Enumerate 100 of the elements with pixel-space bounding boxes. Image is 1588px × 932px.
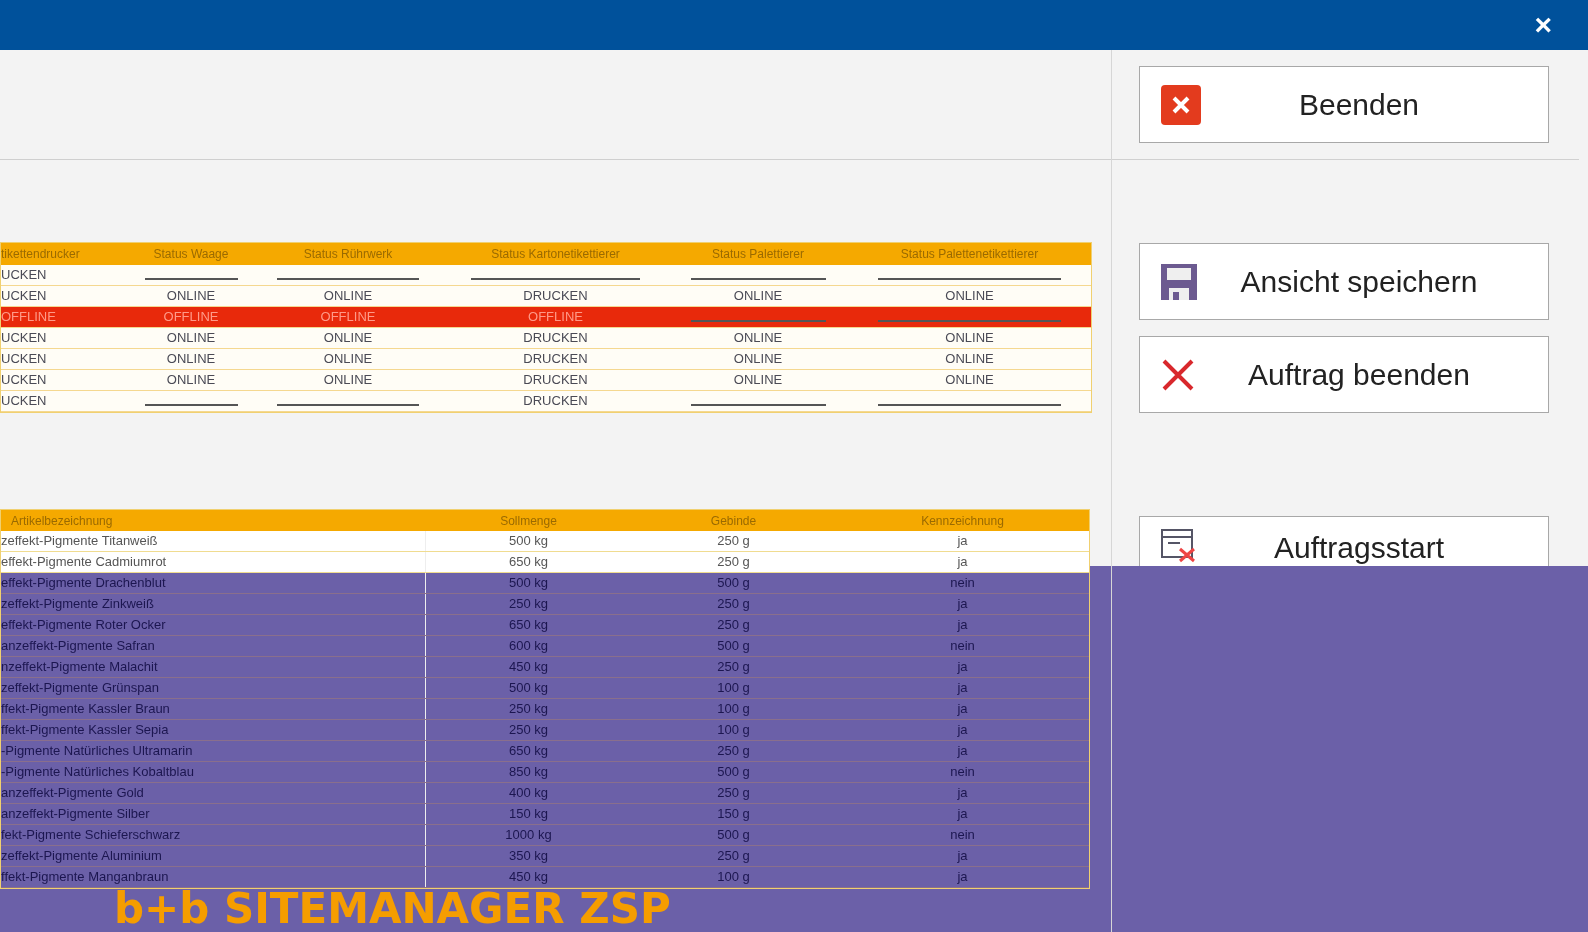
table-cell-text: 400 kg <box>508 784 548 803</box>
table-cell-text: 500 g <box>717 826 750 845</box>
table-cell-text: 500 kg <box>508 532 548 551</box>
table-cell-text: 500 kg <box>508 574 548 593</box>
action-button[interactable]: Auftrag beenden <box>1139 336 1549 413</box>
table-cell-text: ja <box>957 700 968 719</box>
table-cell-text: 250 g <box>717 847 750 866</box>
table-cell-text: ja <box>957 805 968 824</box>
table-cell-text: 150 kg <box>508 805 548 824</box>
table-cell-text: zeffekt-Pigmente Zinkweiß <box>1 595 154 614</box>
column-header: Gebinde <box>709 512 758 530</box>
status-cell-text: ONLINE <box>166 350 216 369</box>
status-cell-text: ONLINE <box>945 287 994 306</box>
table-cell-text: ja <box>957 721 968 740</box>
table-cell-text: effekt-Pigmente Roter Ocker <box>1 616 166 635</box>
column-header: Artikelbezeichnung <box>10 512 114 530</box>
table-cell-text: ja <box>957 595 968 614</box>
table-cell-text: ja <box>957 658 968 677</box>
table-cell-text: fekt-Pigmente Schieferschwarz <box>1 826 181 845</box>
status-cell-text: ONLINE <box>323 350 373 369</box>
table-cell-text: anzeffekt-Pigmente Silber <box>1 805 150 824</box>
action-button[interactable]: Ansicht speichern <box>1139 243 1549 320</box>
table-cell-text: 850 kg <box>508 763 548 782</box>
status-cell-text: DRUCKEN <box>523 371 588 390</box>
status-cell-text: OFFLINE <box>528 308 583 327</box>
column-header: Status Kartonetikettierer <box>490 246 621 263</box>
table-cell-text: nein <box>950 826 975 845</box>
action-button[interactable]: Beenden <box>1139 66 1549 143</box>
table-cell-text: 100 g <box>717 868 750 887</box>
status-cell-text: DRUCKEN <box>523 329 588 348</box>
status-cell-text: ONLINE <box>166 329 216 348</box>
table-cell-text: zeffekt-Pigmente Aluminium <box>1 847 162 866</box>
table-cell-text: 500 kg <box>508 679 548 698</box>
table-cell-text: 250 g <box>717 616 750 635</box>
status-cell-text: OFFLINE <box>163 308 219 327</box>
table-cell-text: ja <box>957 553 968 572</box>
status-cell-text: DRUCKEN <box>523 392 588 411</box>
table-cell-text: 250 g <box>717 595 750 614</box>
status-cell-text: ONLINE <box>733 329 783 348</box>
table-cell-text: ja <box>957 784 968 803</box>
status-cell-text: DRUCKEN <box>523 287 588 306</box>
table-cell-text: 250 kg <box>508 700 548 719</box>
table-cell-text: 500 g <box>717 763 750 782</box>
table-cell-text: zeffekt-Pigmente Grünspan <box>1 679 159 698</box>
table-cell-text: 500 g <box>717 637 750 656</box>
table-cell-text: 450 kg <box>508 868 548 887</box>
close-icon <box>1160 83 1202 126</box>
status-cell-text: ONLINE <box>945 350 994 369</box>
table-cell-text: 500 g <box>717 574 750 593</box>
window-arrow-icon <box>1160 527 1198 565</box>
table-cell-text: ffekt-Pigmente Kassler Sepia <box>1 721 169 740</box>
table-cell-text: ja <box>957 616 968 635</box>
table-cell-text: 450 kg <box>508 658 548 677</box>
table-cell-text: 650 kg <box>508 553 548 572</box>
column-header: Status Palettenetikettierer <box>899 246 1040 263</box>
table-cell-text: 1000 kg <box>505 826 552 845</box>
table-cell-text: 600 kg <box>508 637 548 656</box>
table-cell-text: ja <box>957 679 968 698</box>
status-cell-text: ONLINE <box>323 371 373 390</box>
table-cell-text: 250 g <box>717 658 750 677</box>
status-cell-text: DRUCKEN <box>523 350 588 369</box>
table-cell-text: 250 kg <box>508 721 548 740</box>
table-cell-text: ja <box>957 742 968 761</box>
close-button[interactable]: × <box>1534 10 1552 40</box>
table-cell-text: ffekt-Pigmente Manganbraun <box>1 868 169 887</box>
status-cell-text: OFFLINE <box>1 308 56 327</box>
table-cell-text: zeffekt-Pigmente Titanweiß <box>1 532 158 551</box>
column-header: Status Waage <box>152 246 230 263</box>
status-cell-text: ONLINE <box>323 329 373 348</box>
status-cell-text: ONLINE <box>945 371 994 390</box>
column-header: tikettendrucker <box>1 246 81 263</box>
product-caption: b+b SITEMANAGER ZSP <box>114 888 671 930</box>
column-header: Sollmenge <box>499 512 558 530</box>
status-cell-text: ONLINE <box>733 350 783 369</box>
status-cell-text: ONLINE <box>323 287 373 306</box>
table-cell-text: 250 g <box>717 532 750 551</box>
table-cell-text: effekt-Pigmente Cadmiumrot <box>1 553 167 572</box>
table-cell-text: nein <box>950 574 975 593</box>
table-cell-text: 650 kg <box>508 616 548 635</box>
status-cell-text: UCKEN <box>1 266 47 285</box>
status-cell-text: ONLINE <box>733 371 783 390</box>
column-header: Status Palettierer <box>710 246 805 263</box>
status-cell-text: ONLINE <box>166 371 216 390</box>
table-cell-text: -Pigmente Natürliches Ultramarin <box>1 742 193 761</box>
table-cell-text: 100 g <box>717 721 750 740</box>
table-cell-text: nein <box>950 763 975 782</box>
status-cell-text: UCKEN <box>1 350 47 369</box>
table-cell-text: 250 g <box>717 784 750 803</box>
status-cell-text: UCKEN <box>1 371 47 390</box>
table-cell-text: ja <box>957 847 968 866</box>
table-cell-text: 100 g <box>717 679 750 698</box>
table-cell-text: nzeffekt-Pigmente Malachit <box>1 658 158 677</box>
table-cell-text: 150 g <box>717 805 750 824</box>
save-icon <box>1160 262 1198 301</box>
action-button[interactable]: Auftragsstart <box>1139 516 1549 566</box>
status-cell-text: UCKEN <box>1 329 47 348</box>
table-cell-text: 100 g <box>717 700 750 719</box>
status-cell-text: OFFLINE <box>320 308 376 327</box>
table-cell-text: -Pigmente Natürliches Kobaltblau <box>1 763 194 782</box>
status-cell-text: UCKEN <box>1 392 47 411</box>
